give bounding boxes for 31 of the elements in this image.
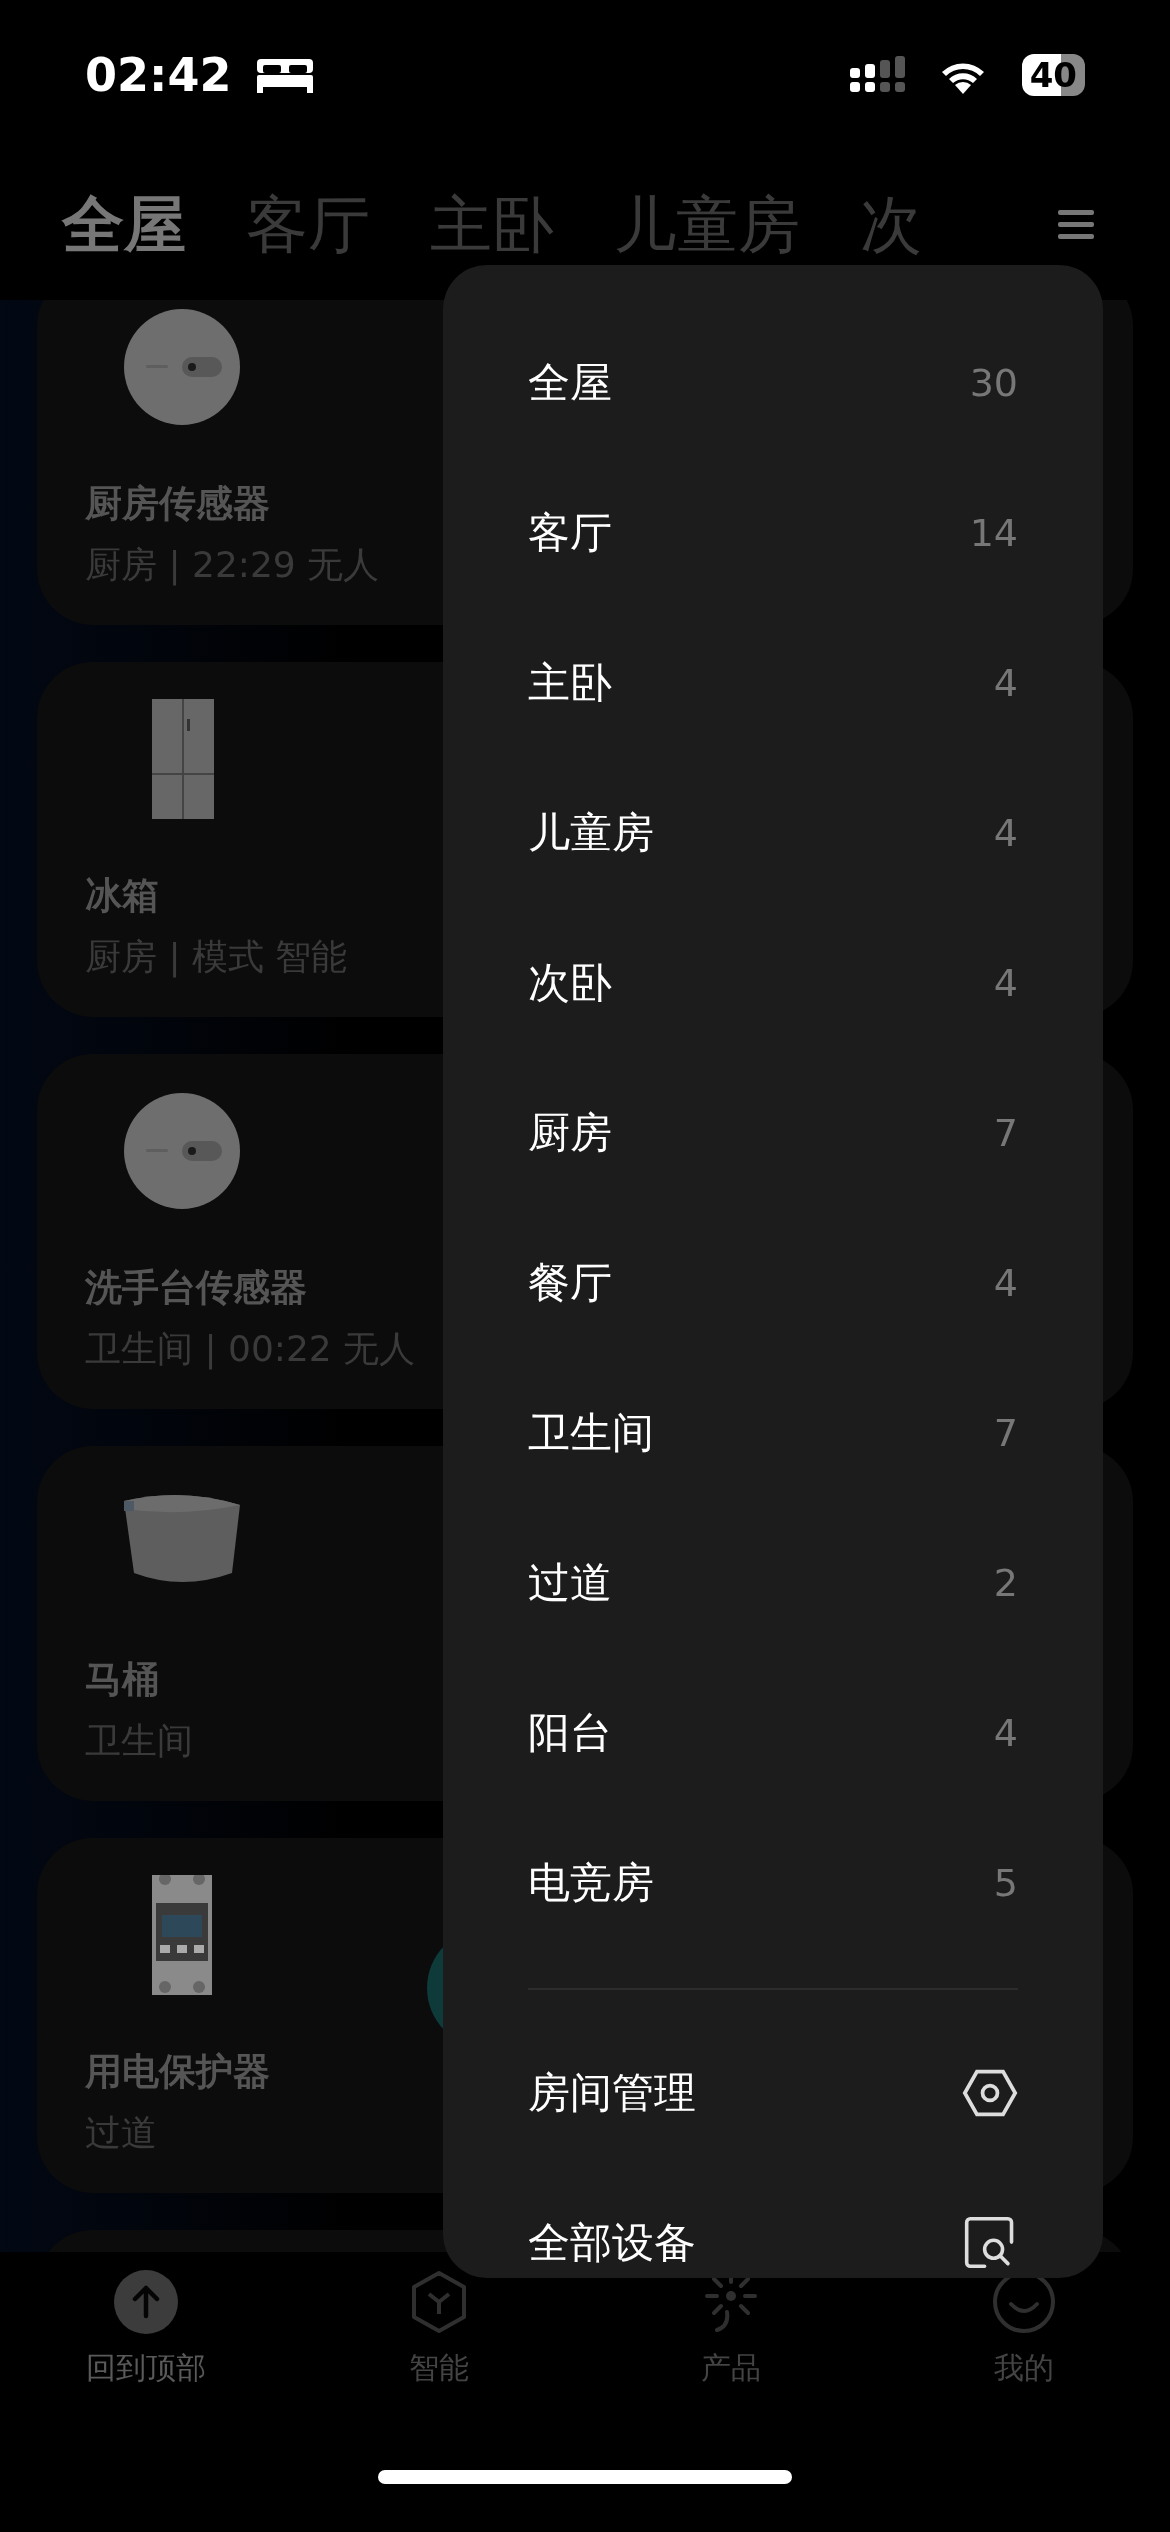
device-count: 4 [993,1711,1018,1755]
room-name: 主卧 [528,657,612,709]
device-count: 14 [969,511,1018,555]
room-name: 电竞房 [528,1857,654,1909]
device-count: 4 [993,661,1018,705]
battery-level: 40 [1021,54,1085,96]
device-name: 冰箱 [85,873,159,919]
device-name: 马桶 [85,1657,159,1703]
action-label: 房间管理 [528,2067,696,2119]
room-name: 儿童房 [528,807,654,859]
device-count: 30 [969,361,1018,405]
room-name: 客厅 [528,507,612,559]
room-name: 卫生间 [528,1407,654,1459]
status-time: 02:42 [85,48,232,102]
device-name: 用电保护器 [85,2049,270,2095]
action-label: 全部设备 [528,2217,696,2269]
room-name: 过道 [528,1557,612,1609]
device-count: 2 [993,1561,1018,1605]
device-count: 7 [993,1111,1018,1155]
device-count: 7 [993,1411,1018,1455]
room-name: 次卧 [528,957,612,1009]
device-count: 4 [993,1261,1018,1305]
room-name: 阳台 [528,1707,612,1759]
device-name: 洗手台传感器 [85,1265,307,1311]
room-name: 全屋 [528,357,612,409]
device-count: 5 [993,1861,1018,1905]
device-count: 4 [993,811,1018,855]
room-name: 餐厅 [528,1257,612,1309]
device-name: 厨房传感器 [85,481,270,527]
room-name: 厨房 [528,1107,612,1159]
device-count: 4 [993,961,1018,1005]
